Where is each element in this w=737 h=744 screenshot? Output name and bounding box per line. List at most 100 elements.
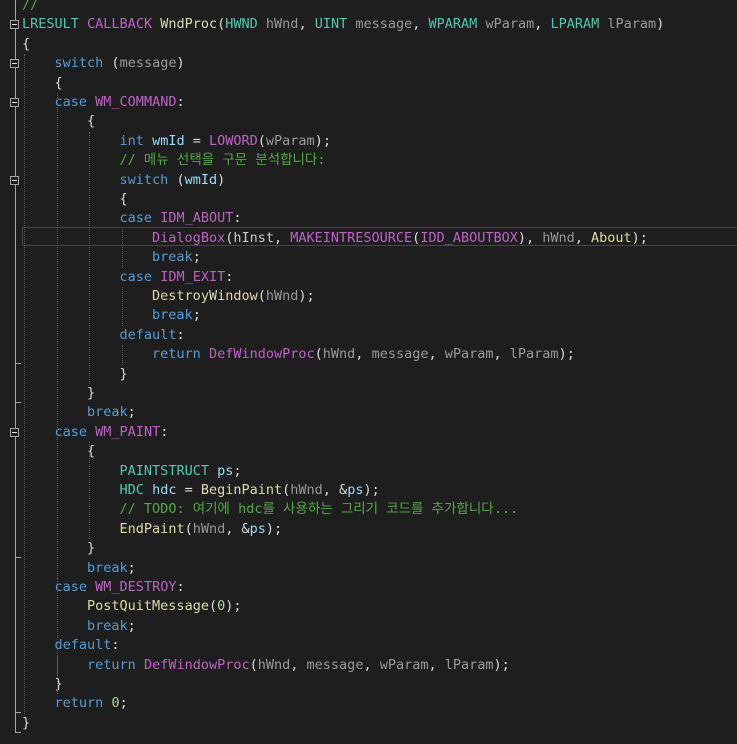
code-line[interactable]: } [22,675,737,694]
code-token: lParam [607,16,657,33]
code-line[interactable]: case WM_COMMAND: [22,93,737,112]
code-line[interactable]: int wmId = LOWORD(wParam); [22,132,737,151]
code-line[interactable]: LRESULT CALLBACK WndProc(HWND hWnd, UINT… [22,15,737,34]
code-token: ps [249,520,266,537]
collapse-minus-icon[interactable] [10,427,19,437]
collapse-minus-icon[interactable] [10,59,19,69]
code-line[interactable]: return DefWindowProc(hWnd, message, wPar… [22,656,737,675]
code-token: DialogBox [152,229,226,246]
code-line[interactable]: } [22,365,737,384]
code-line[interactable]: break; [22,559,737,578]
code-line[interactable]: DestroyWindow(hWnd); [22,287,737,306]
code-token: return [54,695,104,712]
code-line[interactable]: HDC hdc = BeginPaint(hWnd, &ps); [22,481,737,500]
code-token: hWnd [192,520,226,537]
code-token: ps [217,462,234,479]
code-line[interactable]: break; [22,403,737,422]
code-line[interactable]: return 0; [22,694,737,713]
code-line[interactable]: DialogBox(hInst, MAKEINTRESOURCE(IDD_ABO… [22,229,737,248]
code-token: , [355,346,372,363]
code-line[interactable]: PostQuitMessage(0); [22,597,737,616]
code-token: break [152,249,193,266]
code-token: LPARAM [550,16,600,33]
code-token: } [22,365,128,382]
outline-line [15,0,16,734]
code-line[interactable]: // 메뉴 선택을 구문 분석합니다: [22,151,737,170]
code-token: LOWORD [208,132,258,149]
code-token: ) [217,171,226,188]
code-line[interactable]: { [22,190,737,209]
code-token: ps [347,482,364,498]
code-line[interactable]: switch (message) [22,54,737,73]
collapse-minus-icon[interactable] [10,20,19,30]
code-line[interactable]: // TODO: 여기에 hdc를 사용하는 그리기 코드를 추가합니다... [22,500,737,519]
code-token: lParam [509,346,559,363]
code-token: : [233,210,242,227]
code-token: , [290,656,307,673]
code-token: hWnd [542,229,575,246]
code-token: break [87,559,128,576]
code-line[interactable]: break; [22,617,737,636]
code-token: = [184,132,209,149]
code-line[interactable]: } [22,539,737,558]
code-line[interactable]: { [22,35,737,54]
code-token: ( [314,346,323,363]
code-token: IDM_EXIT [160,268,226,285]
code-token: message [119,55,177,72]
collapse-minus-icon[interactable] [10,98,19,107]
code-line[interactable]: } [22,384,737,403]
code-token: , [574,229,592,246]
code-line[interactable]: default: [22,636,737,655]
code-token: = [176,482,201,498]
code-line[interactable]: { [22,112,737,131]
code-token: ); [631,229,648,246]
indent-guide [89,442,91,540]
code-token: DestroyWindow [152,288,258,304]
code-editor[interactable]: //LRESULT CALLBACK WndProc(HWND hWnd, UI… [0,0,737,744]
code-token: , [428,656,445,673]
code-token: About [591,229,632,246]
code-line[interactable]: { [22,74,737,93]
code-token: DefWindowProc [143,656,250,673]
code-token: , [363,656,380,673]
code-line[interactable]: return DefWindowProc(hWnd, message, wPar… [22,345,737,364]
indent-guide [56,578,58,637]
code-token: hWnd [265,288,299,304]
code-token: wParam [379,656,429,673]
code-token: ( [184,520,193,537]
code-line[interactable]: break; [22,248,737,267]
code-line[interactable]: case IDM_EXIT: [22,268,737,287]
code-token: ( [168,171,185,188]
collapse-minus-icon[interactable] [10,175,19,185]
code-token: ); [298,288,315,304]
code-line[interactable]: } [22,714,737,733]
code-line[interactable]: // [22,0,737,15]
code-line[interactable]: case WM_DESTROY: [22,578,737,597]
code-line[interactable]: default: [22,326,737,345]
code-line[interactable]: case IDM_ABOUT: [22,209,737,228]
code-line[interactable]: case WM_PAINT: [22,423,737,442]
code-token: ), [517,229,543,246]
outline-end-tick [15,712,21,714]
code-token: : [160,423,169,440]
outline-end-tick [15,363,21,365]
code-line[interactable]: switch (wmId) [22,171,737,190]
indent-guide [56,655,58,675]
code-token: switch [119,171,169,188]
code-token: ; [127,559,136,576]
code-token: WM_DESTROY [95,579,177,595]
code-line[interactable]: break; [22,306,737,325]
code-token: wmId [152,132,185,149]
code-line[interactable]: EndPaint(hWnd, &ps); [22,520,737,539]
code-token: : [225,268,234,285]
code-line[interactable]: PAINTSTRUCT ps; [22,462,737,481]
code-line[interactable]: { [22,442,737,461]
